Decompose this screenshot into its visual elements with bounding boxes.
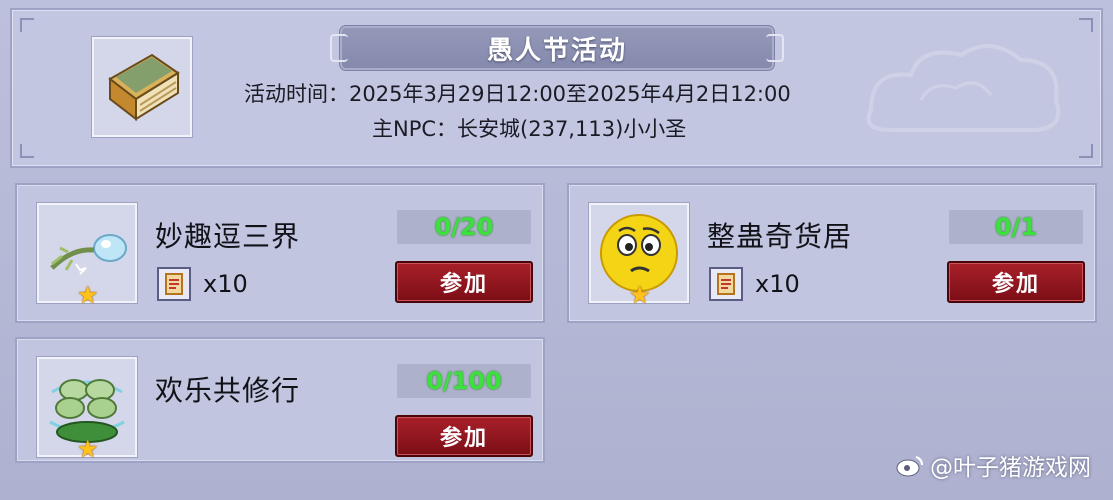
scroll-icon (717, 273, 735, 295)
activity-name: 妙趣逗三界 (155, 220, 301, 253)
join-button[interactable]: 参加 (395, 415, 533, 457)
event-npc-text: 主NPC：长安城(237,113)小小圣 (372, 117, 687, 141)
scroll-reward-icon[interactable] (709, 267, 743, 301)
activity-card: ★ 欢乐共修行 0/100 参加 (15, 337, 545, 463)
corner-ornament (20, 18, 34, 32)
reward-quantity: x10 (203, 270, 248, 298)
activity-icon-frame[interactable]: ★ (589, 203, 689, 309)
reward-quantity: x10 (755, 270, 800, 298)
rating-star-icon: ★ (77, 435, 99, 463)
activity-name: 整蛊奇货居 (707, 220, 853, 253)
scroll-reward-icon[interactable] (157, 267, 191, 301)
join-button[interactable]: 参加 (947, 261, 1085, 303)
activity-window: 愚人节活动 活动时间：2025年3月29日12:00至2025年4月2日12:0… (0, 0, 1113, 500)
activity-card: ★ 整蛊奇货居 x10 0/1 参加 (567, 183, 1097, 323)
cloud-ornament-icon (866, 44, 1061, 132)
activity-icon-frame[interactable]: ★ (37, 357, 137, 463)
feather-orb-icon (50, 234, 127, 275)
corner-ornament (20, 144, 34, 158)
corner-ornament (1079, 144, 1093, 158)
activity-reward: x10 (709, 267, 800, 301)
activity-progress: 0/1 (949, 210, 1083, 244)
weibo-logo-icon (896, 456, 923, 477)
join-button[interactable]: 参加 (395, 261, 533, 303)
activity-reward: x10 (157, 267, 248, 301)
activity-progress: 0/20 (397, 210, 531, 244)
event-icon-frame (92, 37, 192, 137)
event-header-panel: 愚人节活动 活动时间：2025年3月29日12:00至2025年4月2日12:0… (10, 8, 1103, 168)
watermark-text: @叶子猪游戏网 (930, 455, 1091, 481)
rating-star-icon: ★ (77, 281, 99, 309)
event-time-text: 活动时间：2025年3月29日12:00至2025年4月2日12:00 (244, 82, 791, 106)
activity-name: 欢乐共修行 (155, 374, 301, 407)
watermark: @叶子猪游戏网 (896, 448, 1091, 482)
activity-card: ★ 妙趣逗三界 x10 0/20 参加 (15, 183, 545, 323)
banner-cap (330, 34, 348, 62)
event-title: 愚人节活动 (486, 35, 627, 66)
activity-icon-frame[interactable]: ★ (37, 203, 137, 309)
rating-star-icon: ★ (629, 281, 651, 309)
book-icon (108, 53, 180, 122)
scroll-icon (165, 273, 183, 295)
corner-ornament (1079, 18, 1093, 32)
banner-cap (766, 34, 784, 62)
event-title-banner: 愚人节活动 (330, 28, 784, 68)
activity-progress: 0/100 (397, 364, 531, 398)
